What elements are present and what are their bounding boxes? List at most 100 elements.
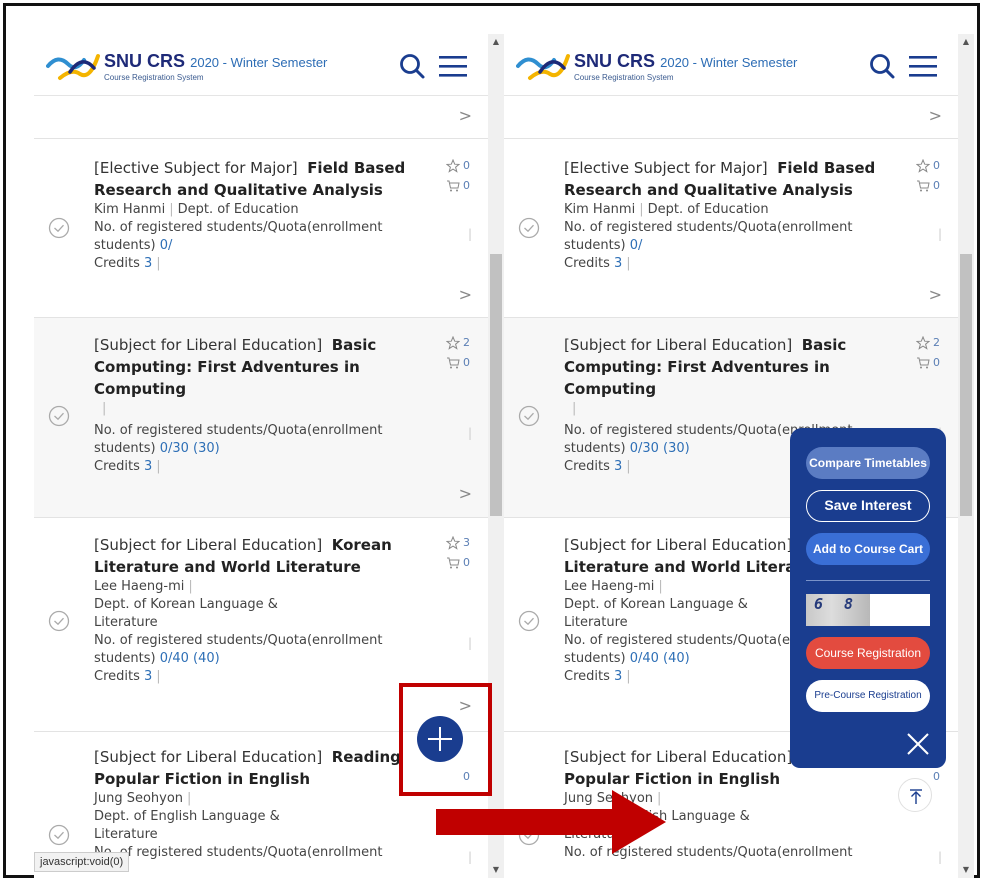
scrollbar-right[interactable]: ▲ ▼ xyxy=(958,34,974,878)
compare-timetables-button[interactable]: Compare Timetables xyxy=(806,447,930,479)
add-to-cart-button[interactable]: Add to Course Cart xyxy=(806,533,930,565)
list-item[interactable]: [Elective Subject for Major] Field Based… xyxy=(504,139,958,318)
course-title[interactable]: [Subject for Liberal Education] Reading … xyxy=(94,746,419,790)
app-header: SNU CRS 2020 - Winter Semester Course Re… xyxy=(34,34,488,96)
chevron-right-icon[interactable]: > xyxy=(459,285,472,304)
course-info: | xyxy=(94,400,424,418)
hamburger-menu-icon[interactable] xyxy=(438,54,468,78)
cart-count[interactable]: 0 xyxy=(933,770,940,783)
list-item[interactable]: > xyxy=(504,96,958,139)
semester-label: 2020 - Winter Semester xyxy=(660,55,798,70)
star-icon xyxy=(445,158,460,173)
enrollment-quota: (30) xyxy=(663,441,690,456)
enrollment-quota: (40) xyxy=(663,651,690,666)
course-title[interactable]: [Subject for Liberal Education] Korean L… xyxy=(94,534,419,578)
course-info: Lee Haeng-mi | Dept. of Korean Language &… xyxy=(94,578,424,686)
interest-count[interactable]: 0 xyxy=(915,158,940,173)
cart-icon xyxy=(916,180,930,192)
course-professor-line: Lee Haeng-mi | xyxy=(94,579,193,594)
course-dept: Dept. of Education xyxy=(647,202,769,217)
star-icon xyxy=(445,335,460,350)
scroll-down-icon[interactable]: ▼ xyxy=(958,862,974,878)
cart-icon xyxy=(446,357,460,369)
hamburger-menu-icon[interactable] xyxy=(908,54,938,78)
course-dept: Dept. of English Language & Literature xyxy=(94,809,280,842)
select-check-icon[interactable] xyxy=(518,217,540,239)
chevron-right-icon[interactable]: > xyxy=(929,285,942,304)
divider: | xyxy=(467,426,472,440)
cart-count[interactable]: 0 xyxy=(446,556,470,569)
course-professor-line: Jung Seohyon | xyxy=(94,791,192,806)
enrollment-quota: (40) xyxy=(193,651,220,666)
course-registration-button[interactable]: Course Registration xyxy=(806,637,930,669)
snu-crs-logo xyxy=(46,54,100,80)
select-check-icon[interactable] xyxy=(48,405,70,427)
scroll-thumb[interactable] xyxy=(490,254,502,516)
brand-subtitle: Course Registration System xyxy=(104,73,204,82)
course-category: [Subject for Liberal Education] xyxy=(94,748,323,766)
course-professor: Kim Hanmi xyxy=(564,202,636,217)
interest-count[interactable]: 2 xyxy=(915,335,940,350)
course-category: [Subject for Liberal Education] xyxy=(564,536,793,554)
interest-count-value: 2 xyxy=(463,336,470,349)
captcha-image: 6 8 xyxy=(806,594,870,626)
cart-icon xyxy=(446,180,460,192)
list-item[interactable]: [Elective Subject for Major] Field Based… xyxy=(34,139,488,318)
credits-label: Credits xyxy=(94,256,140,271)
course-dept: Dept. of Korean Language & Literature xyxy=(564,597,748,630)
cart-count[interactable]: 0 xyxy=(446,356,470,369)
credits-label: Credits xyxy=(564,669,610,684)
course-title[interactable]: [Subject for Liberal Education] Basic Co… xyxy=(564,334,889,400)
close-icon[interactable] xyxy=(906,732,930,756)
scroll-thumb[interactable] xyxy=(960,254,972,516)
select-check-icon[interactable] xyxy=(48,217,70,239)
scroll-to-top-button[interactable] xyxy=(898,778,932,812)
pre-course-registration-button[interactable]: Pre-Course Registration xyxy=(806,680,930,712)
course-title[interactable]: [Subject for Liberal Education] Basic Co… xyxy=(94,334,419,400)
enrollment-value: 0/ xyxy=(159,238,173,253)
interest-count[interactable]: 3 xyxy=(445,535,470,550)
search-icon[interactable] xyxy=(868,52,896,80)
cart-count-value: 0 xyxy=(933,179,940,192)
star-icon xyxy=(915,158,930,173)
cart-count-value: 0 xyxy=(463,179,470,192)
course-info: | xyxy=(564,400,894,418)
action-panel: Compare Timetables Save Interest Add to … xyxy=(790,428,946,768)
scroll-up-icon[interactable]: ▲ xyxy=(488,34,504,50)
select-check-icon[interactable] xyxy=(518,610,540,632)
course-title[interactable]: [Elective Subject for Major] Field Based… xyxy=(94,157,419,201)
cart-icon xyxy=(916,357,930,369)
course-category: [Subject for Liberal Education] xyxy=(94,536,323,554)
course-info: No. of registered students/Quota(enrollm… xyxy=(94,423,383,474)
enrollment-value: 0/ xyxy=(629,238,643,253)
list-item[interactable]: > xyxy=(34,96,488,139)
course-info: Jung Seohyon| Dept. of English Language … xyxy=(94,790,424,862)
enrollment-value: 0/40 xyxy=(159,651,189,666)
cart-count[interactable]: 0 xyxy=(916,356,940,369)
select-check-icon[interactable] xyxy=(518,405,540,427)
course-professor: Lee Haeng-mi xyxy=(564,579,655,594)
captcha-field[interactable]: 6 8 xyxy=(806,594,930,626)
chevron-right-icon[interactable]: > xyxy=(929,106,942,125)
highlight-box xyxy=(399,683,492,796)
select-check-icon[interactable] xyxy=(48,610,70,632)
course-professor: Lee Haeng-mi xyxy=(94,579,185,594)
scroll-up-icon[interactable]: ▲ xyxy=(958,34,974,50)
interest-count[interactable]: 2 xyxy=(445,335,470,350)
save-interest-button[interactable]: Save Interest xyxy=(806,490,930,522)
course-info: Kim Hanmi | Dept. of Education No. of regi… xyxy=(564,201,894,273)
cart-count[interactable]: 0 xyxy=(446,179,470,192)
course-category: [Elective Subject for Major] xyxy=(94,159,298,177)
chevron-right-icon[interactable]: > xyxy=(459,106,472,125)
brand[interactable]: SNU CRS 2020 - Winter Semester Course Re… xyxy=(104,51,327,82)
select-check-icon[interactable] xyxy=(48,824,70,846)
chevron-right-icon[interactable]: > xyxy=(459,484,472,503)
scroll-down-icon[interactable]: ▼ xyxy=(488,862,504,878)
course-professor-line: | xyxy=(572,401,577,416)
cart-count[interactable]: 0 xyxy=(916,179,940,192)
list-item[interactable]: [Subject for Liberal Education] Basic Co… xyxy=(34,318,488,518)
brand[interactable]: SNU CRS 2020 - Winter Semester Course Re… xyxy=(574,51,797,82)
search-icon[interactable] xyxy=(398,52,426,80)
interest-count[interactable]: 0 xyxy=(445,158,470,173)
course-title[interactable]: [Elective Subject for Major] Field Based… xyxy=(564,157,889,201)
